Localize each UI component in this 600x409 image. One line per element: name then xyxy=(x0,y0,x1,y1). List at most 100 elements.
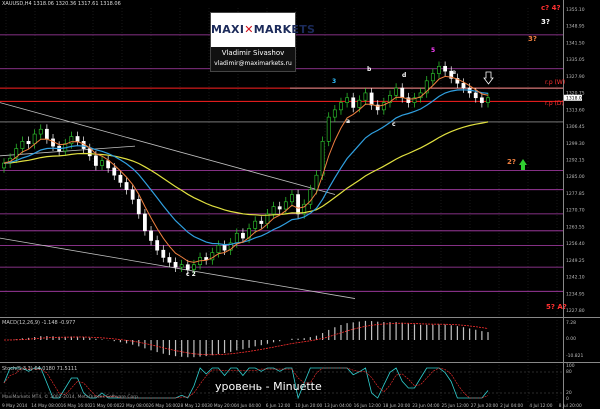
candle-body xyxy=(296,194,300,215)
time-tick-label: 25 Jun 12:00 xyxy=(442,403,470,409)
stoch-tick-label: 0 xyxy=(566,396,569,402)
time-tick-label: 22 May 08:00 xyxy=(119,403,149,409)
wave-label-2q: 2? xyxy=(507,158,516,166)
price-tick-label: 1292.15 xyxy=(566,158,585,164)
candle-body xyxy=(461,82,466,89)
time-tick-label: 26 May 16:00 xyxy=(149,403,179,409)
price-tick-label: 1313.60 xyxy=(566,107,585,113)
footer-copyright: MaxiMarkets MT4, © 2001-2014, MetaQuotes… xyxy=(2,395,140,400)
stoch-tick-label: 100 xyxy=(566,363,575,369)
time-tick-label: 2 Jul 04:00 xyxy=(500,403,523,409)
author-email: vladimir@maximarkets.ru xyxy=(214,60,292,67)
candle-body xyxy=(277,206,282,210)
candle-body xyxy=(20,141,25,149)
candle-body xyxy=(179,264,184,268)
price-tick-label: 1285.00 xyxy=(566,174,585,180)
candle-body xyxy=(161,249,166,258)
candle-body xyxy=(32,133,37,145)
candle-body xyxy=(155,240,160,251)
wave-label-3: 3 xyxy=(332,78,337,85)
time-tick-label: 30 May 20:00 xyxy=(207,403,237,409)
candle-body xyxy=(167,257,172,263)
wave-label-c2: c 2 xyxy=(186,271,196,278)
candle-body xyxy=(479,97,484,103)
wave-label-c: c xyxy=(392,121,396,128)
candle-body xyxy=(173,261,178,268)
logo-brand-pre: MAXI xyxy=(211,23,245,36)
price-tick-label: 1306.45 xyxy=(566,124,585,130)
candle-body xyxy=(351,97,356,108)
panel-separator xyxy=(0,362,600,363)
time-tick-label: 8 Jul 20:00 xyxy=(559,403,582,409)
author-name: Vladimir Sivashov xyxy=(221,49,285,57)
candle-body xyxy=(106,160,111,169)
time-tick-label: 23 Jun 04:00 xyxy=(412,403,440,409)
price-tick-label: 1270.70 xyxy=(566,208,585,214)
candle-body xyxy=(443,66,448,72)
candles xyxy=(2,61,490,275)
price-tick-label: 1249.25 xyxy=(566,258,585,264)
wave-label-d: d xyxy=(402,72,407,79)
price-tick-label: 1234.95 xyxy=(566,291,585,297)
chart-grid xyxy=(0,0,600,409)
macd-panel xyxy=(4,320,489,358)
logo-brand-post: MARKETS xyxy=(253,23,316,36)
panel-separator xyxy=(0,317,600,318)
stoch-tick-label: 20 xyxy=(566,390,572,396)
moving-averages xyxy=(3,75,489,263)
terminal-window: 1355.10 1348.95 1341.50 1335.05 1327.90 1320.… xyxy=(0,0,600,409)
candle-body xyxy=(44,128,49,140)
stoch-tick-label: 80 xyxy=(566,369,572,375)
candle-body xyxy=(339,102,343,111)
candle-body xyxy=(93,155,98,166)
candle-body xyxy=(400,87,405,99)
wave-label-c4: c? 4? xyxy=(541,4,561,12)
candle-body xyxy=(473,92,478,99)
candle-body xyxy=(216,245,221,253)
price-tick-label: 1299.30 xyxy=(566,141,585,147)
candle-body xyxy=(326,116,331,142)
down-arrow-icon xyxy=(483,71,494,85)
macd-tick-label: 0.00 xyxy=(566,336,576,342)
time-tick-label: 13 Jun 04:00 xyxy=(324,403,352,409)
candle-body xyxy=(192,264,196,270)
time-tick-label: 27 Jun 20:00 xyxy=(471,403,499,409)
candle-body xyxy=(75,136,80,142)
candle-body xyxy=(118,174,123,183)
wave-label-a: a xyxy=(346,118,351,125)
wave-degree-caption: уровень - Minuette xyxy=(215,380,322,393)
wave-label-5: 5 xyxy=(431,47,436,54)
candle-body xyxy=(130,189,135,200)
candle-body xyxy=(394,87,399,96)
price-tick-label: 1355.10 xyxy=(566,7,585,13)
candle-body xyxy=(314,174,319,191)
up-arrow-icon xyxy=(519,159,527,170)
price-tick-label: 1242.10 xyxy=(566,275,585,281)
time-tick-label: 4 Jun 04:00 xyxy=(236,403,261,409)
candle-body xyxy=(100,160,104,166)
candle-body xyxy=(185,264,190,270)
trend-channels xyxy=(0,102,356,299)
candle-body xyxy=(2,162,6,169)
time-tick-label: 9 May 2014 xyxy=(2,403,28,409)
stoch-label: Stoch(5,3,3) 64.0180 71.5111 xyxy=(2,366,78,372)
wave-label-5a: 5? A? xyxy=(546,303,567,311)
macd-signal-line xyxy=(4,322,489,356)
candle-body xyxy=(486,97,490,103)
candle-body xyxy=(234,232,239,244)
maximarkets-logo: MAXI✕MARKETS Vladimir Sivashov vladimir@… xyxy=(210,12,315,72)
time-tick-label: 28 May 12:00 xyxy=(178,403,208,409)
signal-arrows xyxy=(483,71,527,170)
price-tick-label: 1335.05 xyxy=(566,57,585,63)
macd-label: MACD(12,26,9) -1.148 -0.977 xyxy=(2,320,76,326)
candle-body xyxy=(345,97,349,103)
logo-x-mark: ✕ xyxy=(244,23,254,36)
price-chart: 1355.101348.951341.501335.051327.901320.… xyxy=(0,0,600,409)
candle-body xyxy=(143,213,147,232)
price-tick-label: 1277.85 xyxy=(566,191,585,197)
time-tick-label: 14 May 08:00 xyxy=(31,403,61,409)
time-axis: 9 May 2014 14 May 08:00 16 May 16:00 21 May… xyxy=(2,403,582,409)
candle-body xyxy=(363,92,368,101)
candle-body xyxy=(87,148,92,157)
candle-body xyxy=(369,92,374,106)
